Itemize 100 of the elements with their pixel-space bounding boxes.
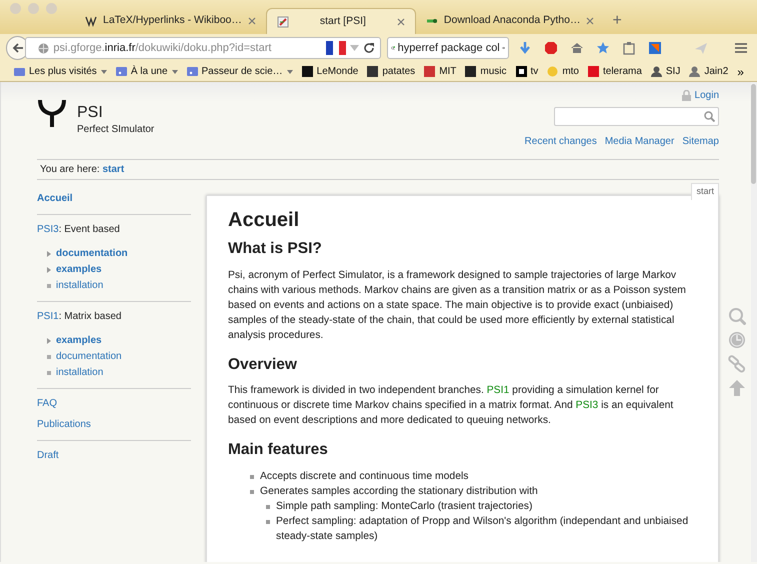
list-item-text: Perfect sampling: adaptation of Propp and Wilson's algorithm (independant and unbiaised steady-state samples)	[276, 514, 690, 544]
up-arrow-icon	[728, 379, 746, 397]
sidebar-link[interactable]: PSI1	[37, 311, 59, 322]
bookmark[interactable]: MIT	[424, 64, 456, 79]
address-bar[interactable]: psi.gforge.inria.fr/dokuwiki/doku.php?id=start	[25, 37, 382, 59]
wiki-link[interactable]: PSI3	[576, 400, 598, 412]
sidebar-heading: : Event based	[58, 224, 120, 235]
triangle-icon	[47, 266, 51, 272]
triangle-icon	[47, 250, 51, 256]
bookmark[interactable]: music	[465, 64, 507, 79]
search-icon	[728, 307, 746, 325]
sidebar-heading: : Matrix based	[58, 311, 122, 322]
list-item-text: Generates samples according the stationary distribution with	[260, 484, 538, 499]
reload-icon[interactable]	[363, 42, 376, 54]
bookmark[interactable]: À la une	[116, 64, 178, 79]
sidebar-link[interactable]: Accueil	[37, 191, 191, 206]
square-icon	[302, 66, 313, 77]
globe-icon	[38, 42, 50, 54]
wiki-link[interactable]: PSI1	[486, 385, 510, 396]
triangle-icon	[47, 338, 51, 344]
more-bookmarks-button[interactable]: »	[737, 62, 744, 80]
bookmark[interactable]: telerama	[588, 64, 642, 79]
site-tagline: Perfect SImulator	[77, 123, 154, 137]
bookmark[interactable]: Jain2	[689, 64, 728, 79]
close-icon[interactable]	[396, 18, 405, 26]
section-heading: What is PSI?	[228, 240, 323, 259]
bullet-icon	[47, 284, 51, 288]
breadcrumb-link[interactable]: start	[102, 164, 124, 175]
bullet-icon	[47, 354, 51, 358]
logo-icon	[37, 98, 67, 128]
square-icon	[516, 66, 527, 77]
bullet-icon	[250, 474, 254, 479]
login-link[interactable]: Login	[694, 88, 719, 103]
sidebar-link[interactable]: FAQ	[37, 396, 191, 411]
nav-link[interactable]: Recent changes	[524, 134, 597, 149]
paragraph: Psi, acronym of Perfect Simulator, is a framework designed to sample trajectories of large Markov chains with various methods. Markov chains are given as a transition matrix or as a Poisson system based on events and actions on a state space. The main objective is to provide exact (unbiaised) samples of the steady-state of the chain, that could be used more efficiently by external statistical analysis procedures.	[228, 268, 687, 343]
bookmark[interactable]: tv	[516, 64, 538, 79]
back-arrow-icon	[12, 42, 24, 54]
search-field[interactable]	[554, 107, 719, 126]
page-tab[interactable]: start	[691, 183, 719, 200]
paper-plane-icon	[694, 41, 708, 55]
square-icon	[465, 66, 476, 77]
page-heading: Accueil	[228, 208, 300, 232]
bullet-icon	[47, 370, 51, 374]
bookmark[interactable]: mto	[547, 64, 579, 79]
browser-tab[interactable]: LaTeX/Hyperlinks - Wikiboo…	[75, 8, 266, 34]
close-icon[interactable]	[586, 17, 594, 25]
feed-icon	[186, 66, 198, 77]
nav-link[interactable]: Sitemap	[682, 134, 719, 149]
bullet-icon	[250, 490, 254, 494]
sidebar-link[interactable]: installation	[56, 365, 104, 380]
url-text: psi.gforge.inria.fr/dokuwiki/doku.php?id=start	[53, 40, 272, 56]
new-tab-button[interactable]: +	[604, 8, 630, 34]
site-title[interactable]: PSI	[77, 104, 154, 122]
sidebar-link[interactable]: Draft	[37, 448, 191, 463]
sidebar-link[interactable]: PSI3	[37, 224, 59, 235]
lock-icon	[682, 90, 691, 101]
bookmark[interactable]: SIJ	[650, 64, 680, 79]
feed-icon	[116, 66, 127, 77]
scrollbar[interactable]	[751, 82, 757, 562]
app-icon	[648, 41, 662, 55]
bullet-icon	[266, 504, 270, 509]
person-icon	[689, 66, 700, 77]
folder-icon	[14, 66, 25, 77]
stop-sign-icon	[544, 41, 558, 55]
sidebar-link[interactable]: examples	[56, 262, 102, 277]
section-heading: Overview	[228, 356, 298, 374]
bullet-icon	[266, 520, 270, 524]
browser-tab[interactable]: Download Anaconda Pytho…	[416, 8, 604, 34]
pencil-icon	[276, 16, 289, 28]
sidebar-link[interactable]: examples	[56, 333, 102, 348]
dropdown-icon[interactable]	[350, 45, 360, 51]
download-icon	[518, 41, 532, 55]
search-text: hyperref package col	[398, 40, 500, 56]
square-icon	[424, 66, 436, 77]
book-icon	[85, 15, 97, 27]
bookmark[interactable]: patates	[367, 64, 416, 79]
close-icon[interactable]	[248, 17, 256, 25]
flag-icon	[326, 41, 346, 55]
star-icon	[596, 41, 610, 55]
sidebar-link[interactable]: documentation	[56, 246, 128, 261]
bookmark[interactable]: LeMonde	[302, 64, 358, 79]
bookmark[interactable]: Passeur de scie…	[186, 64, 293, 79]
square-icon	[588, 66, 599, 77]
list-item-text: Accepts discrete and continuous time models	[260, 470, 468, 484]
home-icon	[570, 41, 584, 55]
clock-icon	[728, 331, 746, 349]
bookmark[interactable]: Les plus visités	[14, 64, 107, 79]
link-icon	[728, 355, 746, 373]
nav-link[interactable]: Media Manager	[604, 134, 674, 149]
search-icon	[704, 111, 715, 122]
sidebar-link[interactable]: Publications	[37, 417, 191, 432]
search-field[interactable]: hyperref package col	[387, 37, 509, 59]
breadcrumb-label: You are here:	[40, 164, 101, 175]
square-icon	[367, 66, 378, 77]
sidebar-link[interactable]: installation	[56, 278, 104, 293]
clipboard-icon	[622, 41, 636, 55]
browser-tab[interactable]: start [PSI]	[266, 8, 416, 34]
circle-icon	[547, 66, 558, 77]
sidebar-link[interactable]: documentation	[56, 349, 122, 364]
